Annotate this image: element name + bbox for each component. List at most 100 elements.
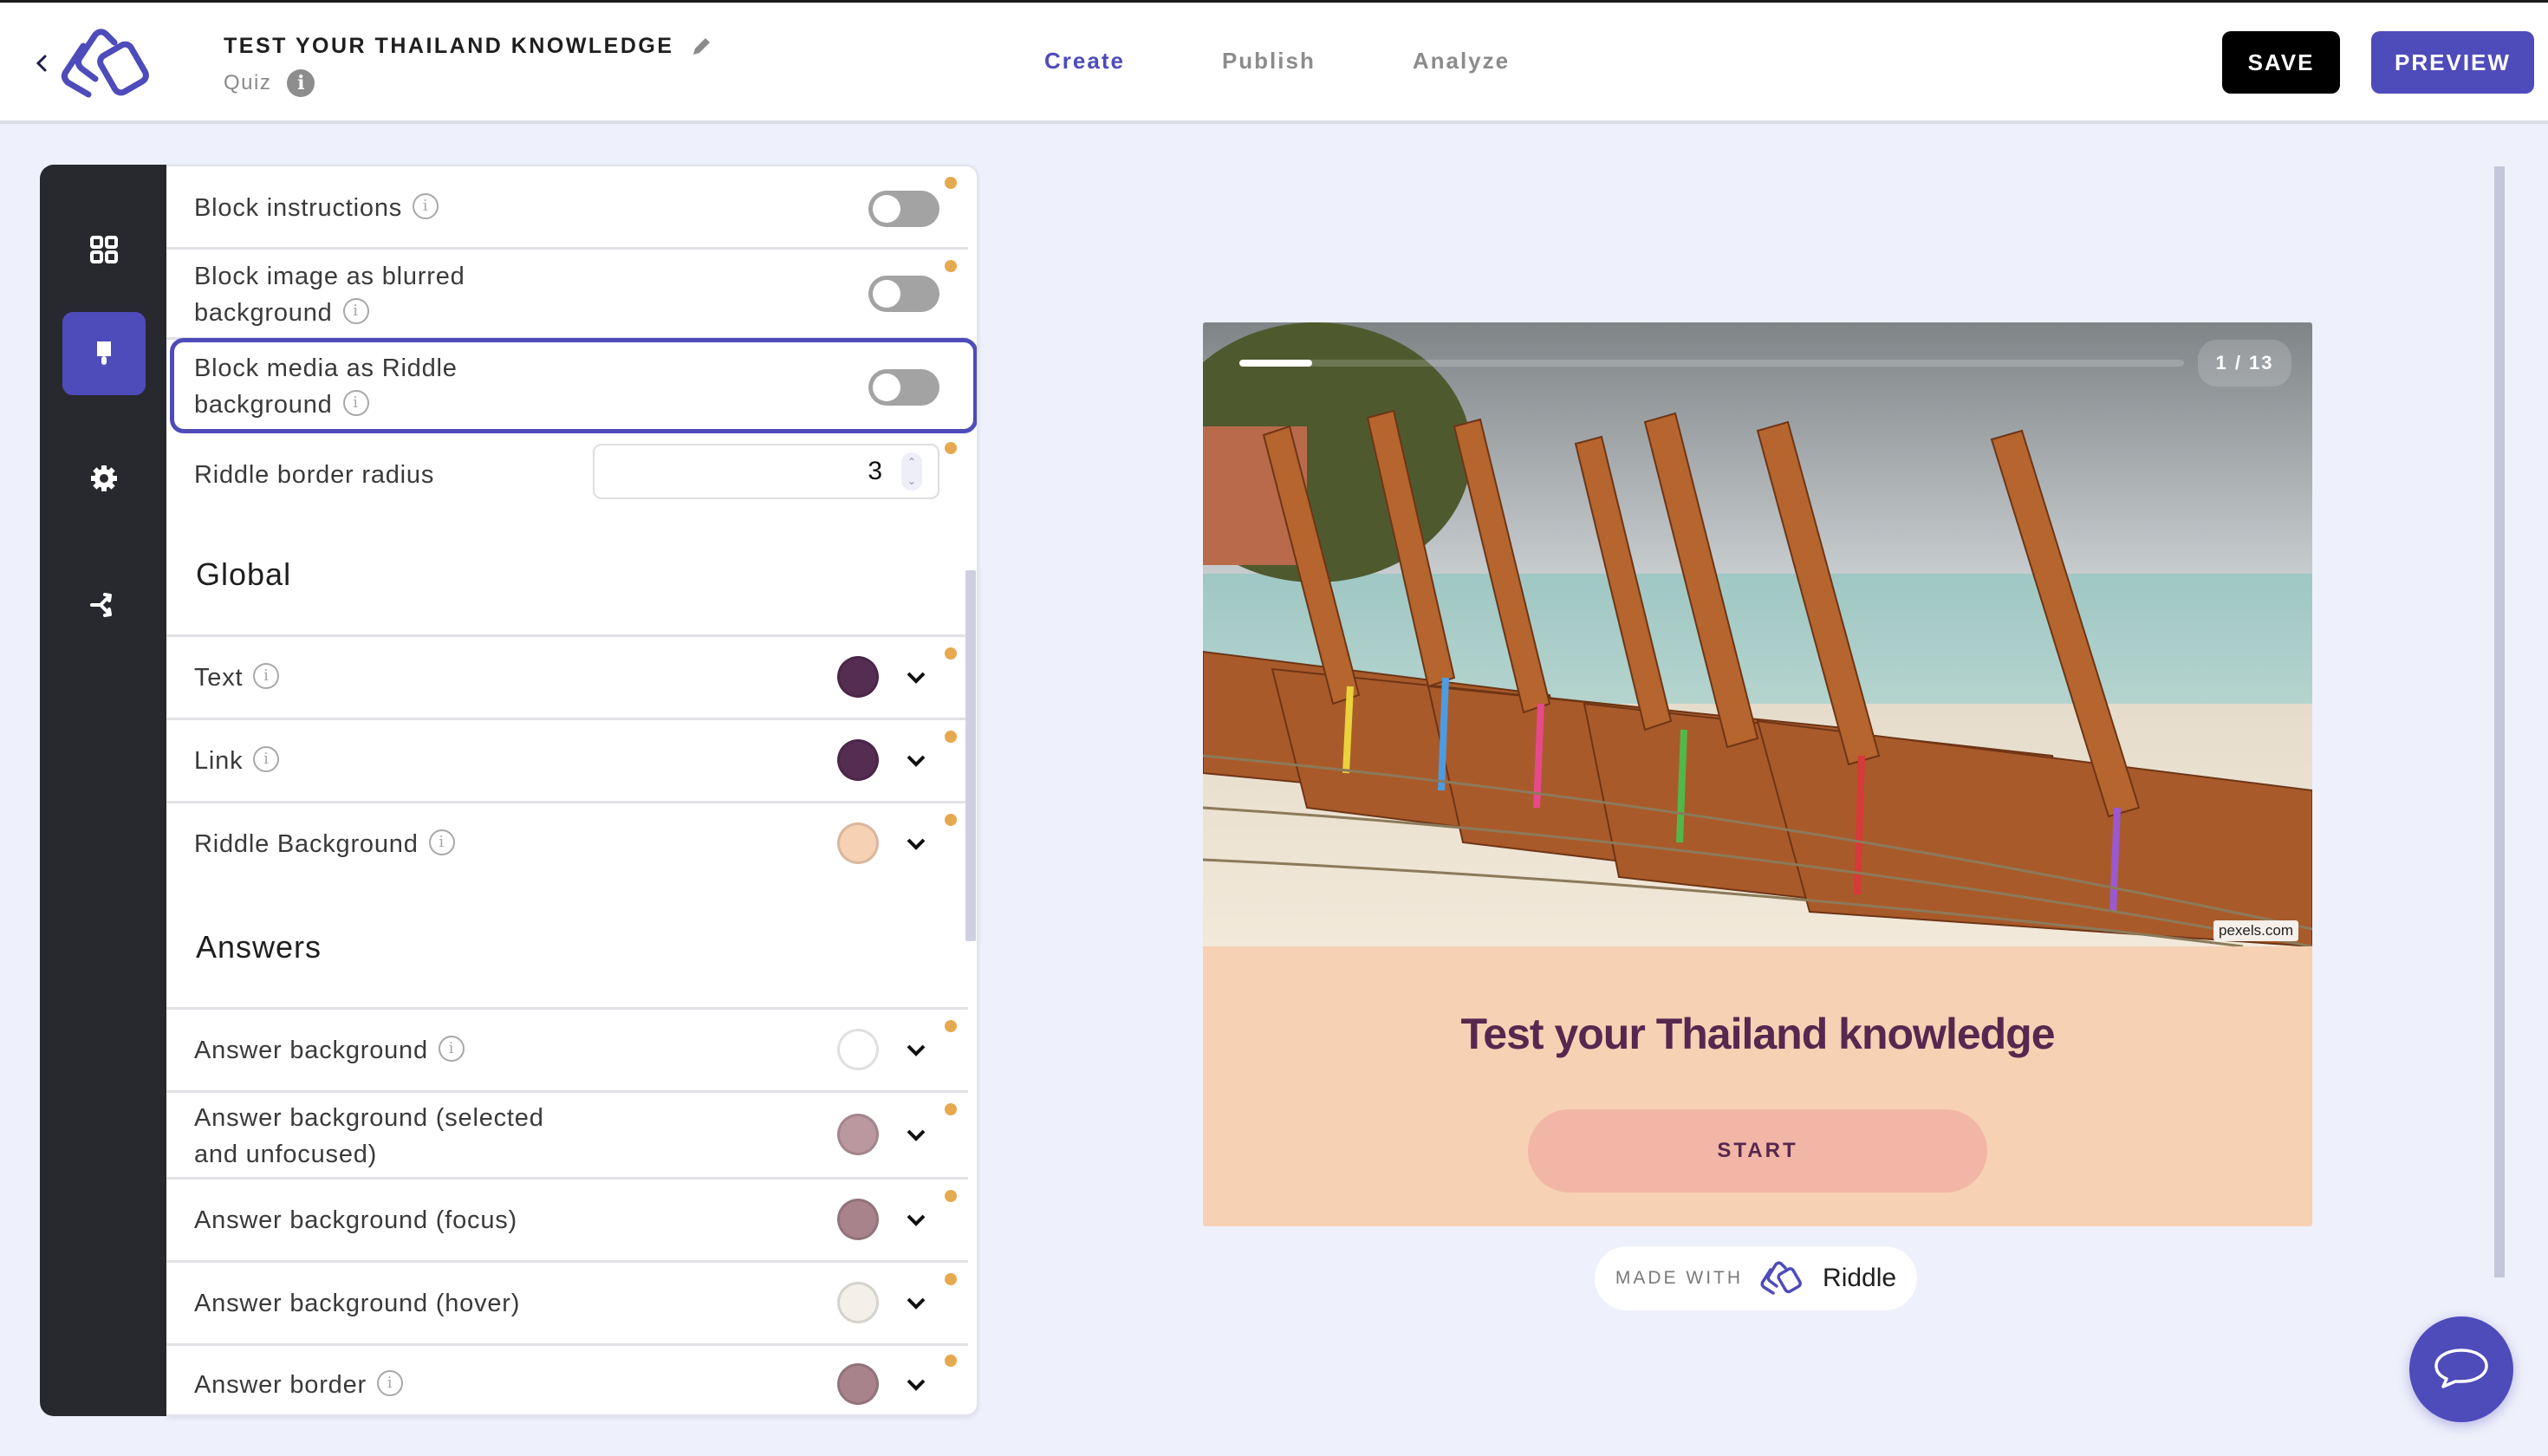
- modified-indicator: [945, 177, 957, 189]
- riddle-title: TEST YOUR THAILAND KNOWLEDGE: [224, 34, 674, 58]
- setting-row-block-instructions: Block instructions i: [166, 166, 968, 250]
- title-block: TEST YOUR THAILAND KNOWLEDGE Quiz i: [224, 34, 712, 97]
- sidebar-item-design[interactable]: [62, 312, 146, 395]
- setting-label: Text i: [194, 660, 280, 696]
- setting-label: Block image as blurred background i: [194, 263, 465, 327]
- info-icon[interactable]: i: [253, 663, 280, 690]
- border-radius-field[interactable]: [595, 445, 889, 497]
- design-settings-panel: Block instructions i Block image as blurr…: [166, 165, 978, 1416]
- color-row-answer-background-hover[interactable]: Answer background (hover): [166, 1263, 968, 1346]
- color-swatch[interactable]: [837, 1199, 879, 1240]
- cover-image: 1 / 13 pexels.com: [1203, 322, 2312, 946]
- color-row-riddle-background[interactable]: Riddle Background i: [166, 803, 968, 887]
- chevron-down-icon[interactable]: [905, 670, 927, 686]
- info-icon[interactable]: i: [377, 1370, 403, 1397]
- media-background-toggle[interactable]: [868, 369, 939, 406]
- sidebar-item-settings[interactable]: [62, 437, 146, 520]
- color-swatch[interactable]: [837, 1282, 879, 1323]
- made-with-label: MADE WITH: [1615, 1268, 1744, 1288]
- color-row-answer-border[interactable]: Answer border i: [166, 1346, 968, 1414]
- blocks-grid-icon: [90, 236, 118, 263]
- border-radius-stepper[interactable]: ⌃ ⌄: [901, 452, 922, 491]
- setting-label: Block instructions i: [194, 190, 439, 226]
- top-header: TEST YOUR THAILAND KNOWLEDGE Quiz i Crea…: [0, 3, 2548, 124]
- chat-bubble-icon: [2434, 1349, 2488, 1388]
- chevron-down-icon[interactable]: [905, 753, 927, 769]
- setting-label: Riddle border radius: [194, 461, 435, 489]
- color-row-answer-background[interactable]: Answer background i: [166, 1010, 968, 1093]
- chevron-down-icon[interactable]: ⌄: [907, 475, 916, 487]
- color-row-text[interactable]: Text i: [166, 637, 968, 720]
- modified-indicator: [945, 1020, 957, 1032]
- chevron-down-icon[interactable]: [905, 1296, 927, 1311]
- color-row-answer-background-selected[interactable]: Answer background (selected and unfocused…: [166, 1093, 968, 1180]
- setting-label: Answer background (selected and unfocused…: [194, 1104, 544, 1168]
- info-icon[interactable]: i: [413, 193, 439, 220]
- made-with-riddle-badge[interactable]: MADE WITH Riddle: [1595, 1246, 1917, 1310]
- chevron-up-icon[interactable]: ⌃: [907, 456, 916, 468]
- main-nav: Create Publish Analyze: [1044, 48, 1510, 75]
- sidebar-rail: [40, 165, 166, 1416]
- setting-label: Block media as Riddle background i: [194, 354, 458, 419]
- chevron-down-icon[interactable]: [905, 1043, 927, 1058]
- chevron-down-icon[interactable]: [905, 836, 927, 852]
- chevron-left-icon[interactable]: [31, 48, 52, 79]
- blurred-background-toggle[interactable]: [868, 276, 939, 312]
- block-instructions-toggle[interactable]: [868, 191, 939, 227]
- start-button[interactable]: START: [1528, 1109, 1987, 1193]
- info-icon[interactable]: i: [342, 298, 369, 325]
- setting-row-blurred-background: Block image as blurred background i: [166, 250, 968, 340]
- riddle-logo: [1760, 1261, 1802, 1295]
- paintbrush-icon: [97, 341, 111, 365]
- setting-label: Link i: [194, 743, 280, 779]
- color-swatch[interactable]: [837, 656, 879, 698]
- color-swatch[interactable]: [837, 1114, 879, 1155]
- gear-icon: [91, 465, 117, 491]
- color-swatch[interactable]: [837, 739, 879, 781]
- info-icon[interactable]: i: [287, 69, 315, 97]
- tab-publish[interactable]: Publish: [1222, 48, 1316, 75]
- setting-label: Riddle Background i: [194, 826, 455, 862]
- riddle-type: Quiz: [224, 71, 272, 94]
- info-icon[interactable]: i: [253, 746, 280, 773]
- color-row-link[interactable]: Link i: [166, 720, 968, 803]
- info-icon[interactable]: i: [342, 390, 369, 417]
- info-icon[interactable]: i: [428, 829, 455, 856]
- save-button[interactable]: SAVE: [2222, 31, 2340, 94]
- page-counter: 1 / 13: [2198, 340, 2291, 387]
- setting-label: Answer background (focus): [194, 1206, 517, 1234]
- beach-boats-image: [1203, 322, 2312, 946]
- tab-analyze[interactable]: Analyze: [1413, 48, 1510, 75]
- section-title-global: Global: [196, 556, 292, 592]
- modified-indicator: [945, 1273, 957, 1285]
- quiz-progress-bar: [1239, 360, 2184, 367]
- setting-label: Answer background i: [194, 1032, 465, 1069]
- preview-scrollbar[interactable]: [2494, 166, 2505, 1277]
- modified-indicator: [945, 814, 957, 826]
- info-icon[interactable]: i: [438, 1036, 465, 1063]
- tab-create[interactable]: Create: [1044, 48, 1125, 75]
- chevron-down-icon[interactable]: [905, 1212, 927, 1228]
- quiz-title: Test your Thailand knowledge: [1460, 1010, 2055, 1058]
- panel-scrollbar[interactable]: [965, 570, 976, 941]
- riddle-brand: Riddle: [1823, 1264, 1897, 1292]
- modified-indicator: [945, 1103, 957, 1115]
- color-row-answer-background-focus[interactable]: Answer background (focus): [166, 1180, 968, 1263]
- chat-button[interactable]: [2409, 1316, 2513, 1422]
- chevron-down-icon[interactable]: [905, 1128, 927, 1143]
- modified-indicator: [945, 1355, 957, 1367]
- color-swatch[interactable]: [837, 822, 879, 864]
- setting-row-media-background: Block media as Riddle background i: [166, 340, 968, 432]
- color-swatch[interactable]: [837, 1029, 879, 1070]
- chevron-down-icon[interactable]: [905, 1377, 927, 1393]
- modified-indicator: [945, 731, 957, 743]
- image-credit: pexels.com: [2213, 920, 2298, 941]
- sidebar-item-publish-flow[interactable]: [62, 562, 146, 645]
- preview-button[interactable]: PREVIEW: [2371, 31, 2534, 94]
- riddle-logo[interactable]: [57, 27, 159, 101]
- color-swatch[interactable]: [837, 1363, 879, 1405]
- pencil-icon[interactable]: [690, 36, 712, 58]
- sidebar-item-blocks[interactable]: [62, 208, 146, 291]
- modified-indicator: [945, 260, 957, 272]
- border-radius-input[interactable]: ⌃ ⌄: [593, 444, 939, 499]
